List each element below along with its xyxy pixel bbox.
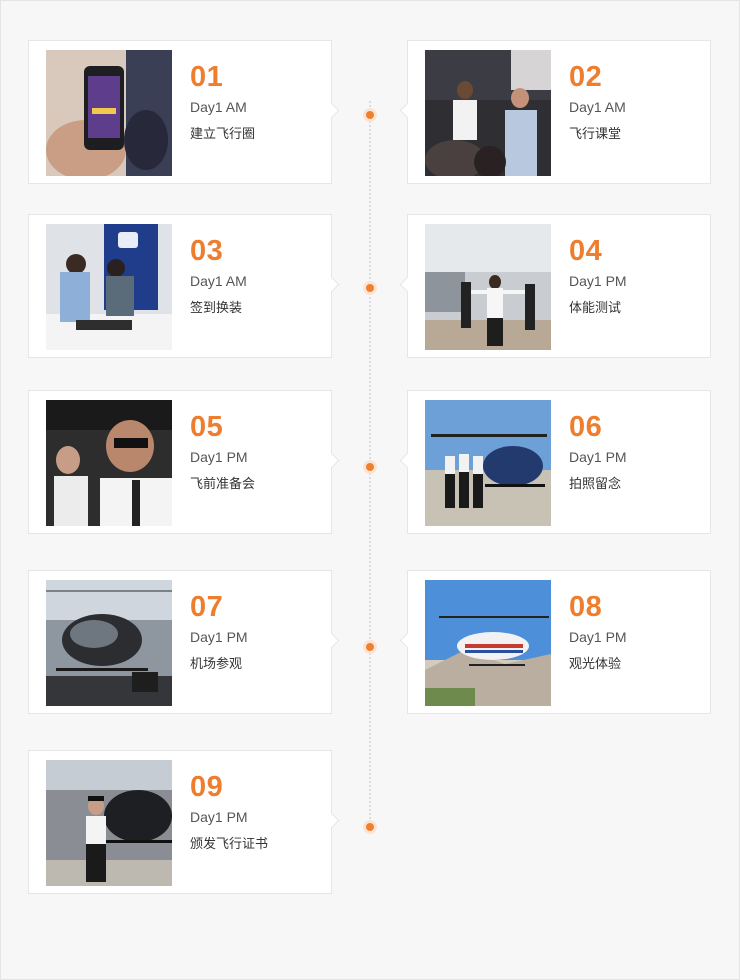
pilot-certificate-photo	[46, 760, 172, 886]
step-time: Day1 PM	[569, 273, 627, 289]
phone-mockup-photo	[46, 50, 172, 176]
timeline-card-09[interactable]: 09 Day1 PM 颁发飞行证书	[28, 750, 332, 894]
fitness-test-photo	[425, 224, 551, 350]
timeline-card-02[interactable]: 02 Day1 AM 飞行课堂	[407, 40, 711, 184]
step-time: Day1 AM	[569, 99, 626, 115]
step-number: 02	[569, 61, 603, 93]
step-title: 签到换装	[190, 300, 243, 315]
step-title: 颁发飞行证书	[190, 836, 269, 851]
step-number: 03	[190, 235, 224, 267]
step-title: 飞前准备会	[190, 476, 256, 491]
step-time: Day1 AM	[190, 273, 247, 289]
timeline-page: 01 Day1 AM 建立飞行圈 02 Day1 AM 飞行课堂 03 Day1…	[0, 0, 740, 980]
timeline-dot-2	[366, 284, 374, 292]
step-title: 机场参观	[190, 656, 243, 671]
step-title: 建立飞行圈	[190, 126, 256, 141]
timeline-dot-5	[366, 823, 374, 831]
step-title: 观光体验	[569, 656, 622, 671]
step-title: 拍照留念	[569, 476, 622, 491]
check-in-desk-photo	[46, 224, 172, 350]
timeline-dot-4	[366, 643, 374, 651]
step-number: 06	[569, 411, 603, 443]
timeline-card-07[interactable]: 07 Day1 PM 机场参观	[28, 570, 332, 714]
step-number: 04	[569, 235, 603, 267]
timeline-card-01[interactable]: 01 Day1 AM 建立飞行圈	[28, 40, 332, 184]
step-number: 07	[190, 591, 224, 623]
step-title: 飞行课堂	[569, 126, 622, 141]
step-time: Day1 PM	[190, 629, 248, 645]
hangar-helicopter-photo	[46, 580, 172, 706]
cockpit-pilots-photo	[46, 400, 172, 526]
timeline-dot-3	[366, 463, 374, 471]
timeline-card-03[interactable]: 03 Day1 AM 签到换装	[28, 214, 332, 358]
step-number: 08	[569, 591, 603, 623]
step-time: Day1 PM	[569, 449, 627, 465]
step-number: 05	[190, 411, 224, 443]
timeline-card-04[interactable]: 04 Day1 PM 体能测试	[407, 214, 711, 358]
timeline-card-06[interactable]: 06 Day1 PM 拍照留念	[407, 390, 711, 534]
step-time: Day1 PM	[190, 809, 248, 825]
step-time: Day1 AM	[190, 99, 247, 115]
step-number: 09	[190, 771, 224, 803]
helicopter-group-photo	[425, 400, 551, 526]
step-time: Day1 PM	[569, 629, 627, 645]
timeline-card-05[interactable]: 05 Day1 PM 飞前准备会	[28, 390, 332, 534]
step-title: 体能测试	[569, 300, 622, 315]
timeline-dot-1	[366, 111, 374, 119]
sightseeing-helicopter-photo	[425, 580, 551, 706]
step-time: Day1 PM	[190, 449, 248, 465]
step-number: 01	[190, 61, 224, 93]
timeline-card-08[interactable]: 08 Day1 PM 观光体验	[407, 570, 711, 714]
classroom-lecture-photo	[425, 50, 551, 176]
